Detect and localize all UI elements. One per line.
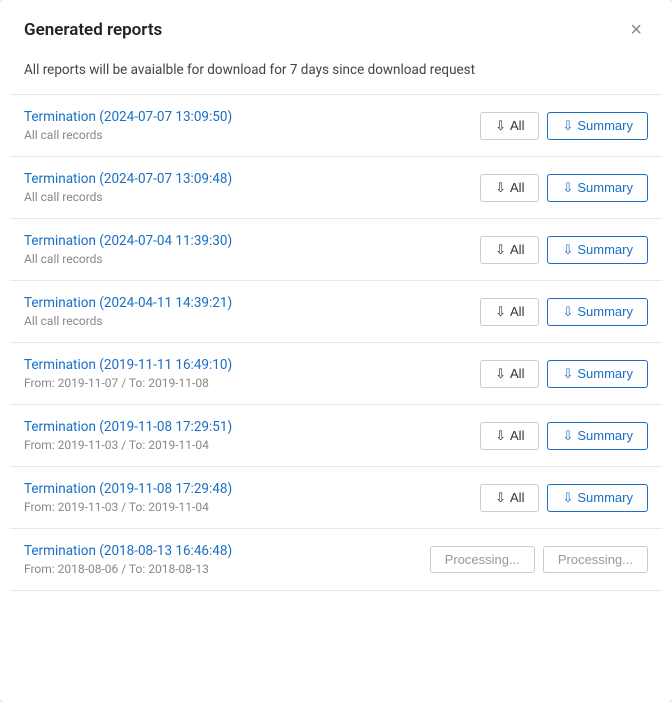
- download-summary-button[interactable]: ⇩ Summary: [547, 360, 648, 388]
- download-all-button[interactable]: ⇩ All: [480, 236, 539, 264]
- report-info: Termination (2019-11-08 17:29:48) From: 2…: [24, 481, 232, 514]
- report-row: Termination (2018-08-13 16:46:48) From: 2…: [10, 528, 662, 591]
- generated-reports-modal: Generated reports × All reports will be …: [0, 0, 672, 702]
- report-info: Termination (2024-07-07 13:09:50) All cal…: [24, 109, 232, 142]
- download-icon: ⇩: [495, 118, 506, 134]
- download-icon: ⇩: [495, 180, 506, 196]
- download-icon: ⇩: [495, 304, 506, 320]
- report-sub: All call records: [24, 128, 232, 142]
- report-name: Termination (2024-07-04 11:39:30): [24, 233, 232, 249]
- download-summary-button[interactable]: ⇩ Summary: [547, 174, 648, 202]
- report-sub: From: 2019-11-03 / To: 2019-11-04: [24, 438, 232, 452]
- download-icon: ⇩: [562, 180, 573, 196]
- report-list: Termination (2024-07-07 13:09:50) All cal…: [0, 94, 672, 591]
- report-name: Termination (2019-11-08 17:29:51): [24, 419, 232, 435]
- report-sub: From: 2018-08-06 / To: 2018-08-13: [24, 562, 232, 576]
- report-sub: All call records: [24, 252, 232, 266]
- report-sub: All call records: [24, 190, 232, 204]
- download-icon: ⇩: [562, 428, 573, 444]
- report-sub: From: 2019-11-07 / To: 2019-11-08: [24, 376, 232, 390]
- download-all-button[interactable]: ⇩ All: [480, 174, 539, 202]
- report-sub: From: 2019-11-03 / To: 2019-11-04: [24, 500, 232, 514]
- report-name: Termination (2019-11-08 17:29:48): [24, 481, 232, 497]
- download-icon: ⇩: [495, 490, 506, 506]
- download-summary-button[interactable]: ⇩ Summary: [547, 484, 648, 512]
- download-icon: ⇩: [562, 242, 573, 258]
- download-summary-button[interactable]: ⇩ Summary: [547, 298, 648, 326]
- download-icon: ⇩: [562, 118, 573, 134]
- download-all-button[interactable]: ⇩ All: [480, 360, 539, 388]
- report-name: Termination (2024-07-07 13:09:50): [24, 109, 232, 125]
- close-button[interactable]: ×: [624, 18, 648, 42]
- report-info: Termination (2019-11-11 16:49:10) From: 2…: [24, 357, 232, 390]
- report-row: Termination (2019-11-08 17:29:51) From: 2…: [10, 404, 662, 466]
- report-row: Termination (2019-11-08 17:29:48) From: 2…: [10, 466, 662, 528]
- report-row: Termination (2024-07-04 11:39:30) All cal…: [10, 218, 662, 280]
- report-actions: ⇩ All ⇩ Summary: [480, 360, 648, 388]
- report-actions: ⇩ All ⇩ Summary: [480, 174, 648, 202]
- report-row: Termination (2024-07-07 13:09:48) All cal…: [10, 156, 662, 218]
- report-actions: ⇩ All ⇩ Summary: [480, 236, 648, 264]
- processing-all-button: Processing...: [430, 546, 535, 573]
- info-message: All reports will be avaialble for downlo…: [0, 54, 672, 94]
- report-row: Termination (2024-07-07 13:09:50) All cal…: [10, 94, 662, 156]
- report-info: Termination (2019-11-08 17:29:51) From: 2…: [24, 419, 232, 452]
- report-row: Termination (2024-04-11 14:39:21) All cal…: [10, 280, 662, 342]
- report-actions: Processing... Processing...: [430, 546, 648, 573]
- report-name: Termination (2018-08-13 16:46:48): [24, 543, 232, 559]
- download-icon: ⇩: [495, 242, 506, 258]
- report-actions: ⇩ All ⇩ Summary: [480, 484, 648, 512]
- download-all-button[interactable]: ⇩ All: [480, 112, 539, 140]
- download-icon: ⇩: [562, 490, 573, 506]
- download-icon: ⇩: [562, 304, 573, 320]
- download-summary-button[interactable]: ⇩ Summary: [547, 112, 648, 140]
- report-name: Termination (2019-11-11 16:49:10): [24, 357, 232, 373]
- download-summary-button[interactable]: ⇩ Summary: [547, 236, 648, 264]
- report-row: Termination (2019-11-11 16:49:10) From: 2…: [10, 342, 662, 404]
- report-name: Termination (2024-04-11 14:39:21): [24, 295, 232, 311]
- report-actions: ⇩ All ⇩ Summary: [480, 298, 648, 326]
- download-icon: ⇩: [562, 366, 573, 382]
- modal-header: Generated reports ×: [0, 0, 672, 54]
- download-icon: ⇩: [495, 366, 506, 382]
- report-info: Termination (2024-04-11 14:39:21) All cal…: [24, 295, 232, 328]
- download-icon: ⇩: [495, 428, 506, 444]
- report-actions: ⇩ All ⇩ Summary: [480, 112, 648, 140]
- download-all-button[interactable]: ⇩ All: [480, 298, 539, 326]
- report-actions: ⇩ All ⇩ Summary: [480, 422, 648, 450]
- report-info: Termination (2024-07-07 13:09:48) All cal…: [24, 171, 232, 204]
- report-info: Termination (2024-07-04 11:39:30) All cal…: [24, 233, 232, 266]
- download-all-button[interactable]: ⇩ All: [480, 422, 539, 450]
- modal-title: Generated reports: [24, 20, 162, 40]
- download-summary-button[interactable]: ⇩ Summary: [547, 422, 648, 450]
- download-all-button[interactable]: ⇩ All: [480, 484, 539, 512]
- report-sub: All call records: [24, 314, 232, 328]
- processing-summary-button: Processing...: [543, 546, 648, 573]
- report-name: Termination (2024-07-07 13:09:48): [24, 171, 232, 187]
- report-info: Termination (2018-08-13 16:46:48) From: 2…: [24, 543, 232, 576]
